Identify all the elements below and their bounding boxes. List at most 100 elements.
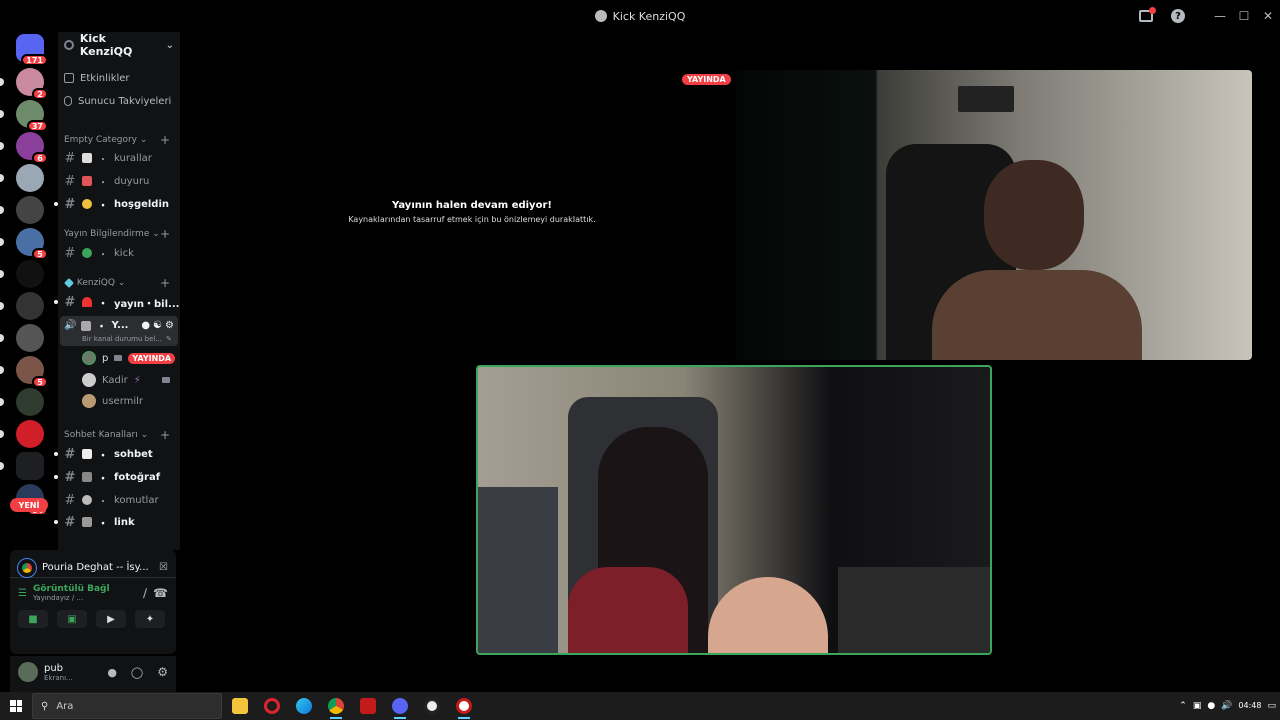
close-activity-icon[interactable]: ☒: [159, 562, 168, 573]
channel-yayin-bil[interactable]: # ・ yayın・bil...: [54, 292, 180, 312]
megaphone-emoji: [82, 176, 92, 186]
server-icon-dm-home[interactable]: 171: [16, 34, 48, 66]
title-bar: Kick KenziQQ ? — ☐ ✕: [0, 0, 1280, 32]
file-explorer-button[interactable]: [224, 692, 256, 720]
channel-kick[interactable]: # ・ kick: [58, 243, 180, 263]
server-icon-server-9[interactable]: [16, 324, 44, 352]
obs-button[interactable]: [416, 692, 448, 720]
chrome-button[interactable]: [320, 692, 352, 720]
channel-link[interactable]: # ・ link: [54, 512, 180, 532]
help-button[interactable]: ?: [1162, 0, 1194, 32]
username[interactable]: pub: [44, 663, 73, 674]
server-icon-server-6[interactable]: 5: [16, 228, 48, 260]
server-icon-server-12[interactable]: [16, 420, 44, 448]
video-tile-top[interactable]: [736, 70, 1252, 360]
category-yayin[interactable]: Yayın Bilgilendirme ⌄ +: [58, 226, 180, 242]
user-avatar[interactable]: [18, 662, 38, 682]
video-tile-bottom[interactable]: [476, 365, 992, 655]
link-emoji: [82, 517, 92, 527]
server-icon-server-1[interactable]: 2: [16, 68, 48, 100]
noise-suppression-icon[interactable]: ∕: [143, 586, 147, 600]
server-icon-server-7[interactable]: [16, 260, 44, 288]
start-button[interactable]: [0, 692, 32, 720]
gear-icon[interactable]: ⚙: [157, 665, 168, 679]
server-icon-server-2[interactable]: 37: [16, 100, 48, 132]
voice-user-name: usermilr: [102, 395, 144, 407]
activity-button[interactable]: ▶: [96, 610, 126, 628]
inbox-button[interactable]: [1130, 0, 1162, 32]
notification-icon[interactable]: ▭: [1267, 701, 1276, 711]
soundboard-button[interactable]: ✦: [135, 610, 165, 628]
discord-button[interactable]: [384, 692, 416, 720]
server-icon-server-11[interactable]: [16, 388, 44, 416]
minimize-button[interactable]: —: [1208, 0, 1232, 32]
steam-button[interactable]: [448, 692, 480, 720]
add-channel-icon[interactable]: +: [160, 428, 170, 442]
channel-komutlar[interactable]: # ・ komutlar: [58, 490, 180, 510]
help-icon: ?: [1171, 9, 1185, 23]
disconnect-icon[interactable]: ☎: [153, 586, 168, 600]
hash-icon: #: [64, 150, 76, 166]
voice-channel-active[interactable]: 🔊 ・ Y... ● ☯ ⚙ Bir kanal durumu bel... ✎: [60, 316, 178, 346]
server-icon-server-13[interactable]: [16, 452, 44, 480]
channel-hosgeldin[interactable]: # ・ hoşgeldin: [54, 194, 180, 214]
category-sohbet[interactable]: Sohbet Kanalları ⌄ +: [58, 427, 180, 443]
mention-badge: 171: [21, 54, 48, 66]
maximize-button[interactable]: ☐: [1232, 0, 1256, 32]
chevron-up-icon[interactable]: ⌃: [1179, 701, 1187, 711]
server-icon-server-5[interactable]: [16, 196, 44, 224]
screenshare-button[interactable]: ▣: [57, 610, 87, 628]
gear-icon[interactable]: ⚙: [165, 320, 174, 331]
chevron-down-icon: ⌄: [165, 39, 174, 51]
taskbar-search[interactable]: ⚲ Ara: [32, 693, 222, 719]
activity-label: Pouria Deghat -- İsy...: [42, 562, 149, 573]
green-circle-emoji: [82, 248, 92, 258]
voice-user-p[interactable]: p YAYINDA: [58, 348, 180, 368]
category-empty[interactable]: Empty Category ⌄ +: [58, 132, 180, 148]
headphones-icon[interactable]: ◯: [131, 666, 143, 679]
activity-row[interactable]: Pouria Deghat -- İsy... ☒: [10, 550, 176, 578]
hash-icon: #: [64, 173, 76, 189]
network-icon[interactable]: ▣: [1193, 701, 1202, 711]
microphone-icon[interactable]: ●: [1207, 701, 1215, 711]
invite-icon[interactable]: ☯: [153, 320, 162, 331]
opera-button[interactable]: [256, 692, 288, 720]
voice-user-usermilr[interactable]: usermilr: [58, 391, 180, 411]
unread-pill: [0, 302, 4, 310]
app-button[interactable]: [352, 692, 384, 720]
close-button[interactable]: ✕: [1256, 0, 1280, 32]
channel-sidebar: Kick KenziQQ ⌄ Etkinlikler Sunucu Takviy…: [54, 32, 180, 550]
add-channel-icon[interactable]: +: [160, 276, 170, 290]
channel-fotograf[interactable]: # ・ fotoğraf: [54, 467, 180, 487]
microphone-icon[interactable]: ●: [107, 666, 117, 679]
chevron-down-icon: ⌄: [152, 229, 160, 239]
channel-duyuru[interactable]: # ・ duyuru: [58, 171, 180, 191]
server-icon-server-3[interactable]: 6: [16, 132, 48, 164]
pencil-icon[interactable]: ✎: [166, 335, 172, 343]
channel-sohbet[interactable]: # ・ sohbet: [54, 444, 180, 464]
channel-kurallar[interactable]: # ・ kurallar: [58, 148, 180, 168]
clock[interactable]: 04:48: [1238, 701, 1261, 711]
server-header[interactable]: Kick KenziQQ ⌄: [58, 32, 180, 58]
add-channel-icon[interactable]: +: [160, 133, 170, 147]
category-kenzi[interactable]: KenziQQ ⌄ +: [58, 275, 180, 291]
unread-indicator: [54, 202, 58, 206]
edge-button[interactable]: [288, 692, 320, 720]
unread-pill: [0, 462, 4, 470]
voice-user-name: Kadir: [102, 374, 128, 386]
new-badge[interactable]: YENİ: [10, 498, 48, 512]
camera-button[interactable]: ■: [18, 610, 48, 628]
connection-channel[interactable]: Yayındayız / ...: [33, 594, 110, 602]
connection-status[interactable]: Görüntülü Bağl: [33, 584, 110, 594]
channel-label: kurallar: [114, 152, 152, 164]
add-channel-icon[interactable]: +: [160, 227, 170, 241]
events-item[interactable]: Etkinlikler: [58, 68, 180, 88]
server-icon-server-4[interactable]: [16, 164, 44, 192]
voice-status-text[interactable]: Bir kanal durumu bel...: [82, 335, 162, 343]
server-icon-server-8[interactable]: [16, 292, 44, 320]
boosts-item[interactable]: Sunucu Takviyeleri: [58, 91, 180, 111]
server-icon-server-10[interactable]: 5: [16, 356, 48, 388]
chat-icon[interactable]: ●: [141, 320, 150, 331]
voice-user-kadir[interactable]: Kadir ⚡: [58, 370, 180, 390]
volume-icon[interactable]: 🔊: [1221, 701, 1232, 711]
